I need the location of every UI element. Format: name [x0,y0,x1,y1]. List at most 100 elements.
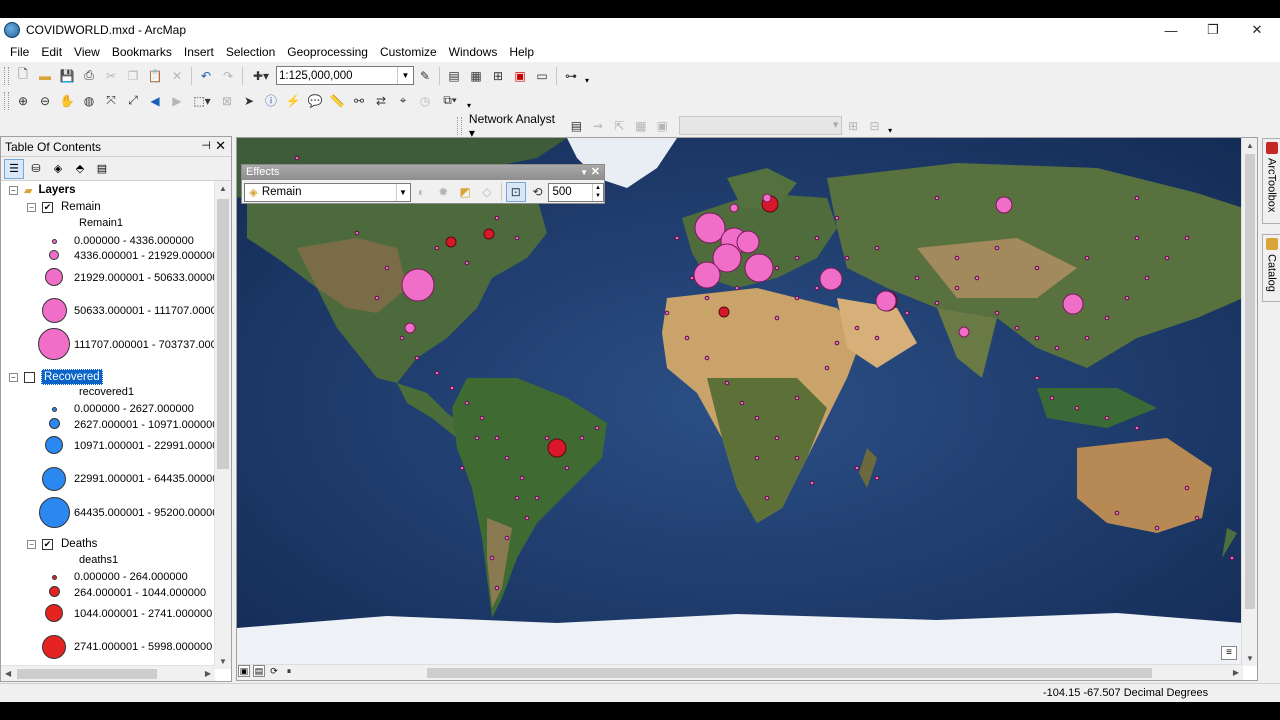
remain-point[interactable] [1229,555,1235,561]
remain-point[interactable] [995,196,1013,214]
legend-symbol[interactable] [37,327,71,361]
remain-point[interactable] [1164,255,1170,261]
menu-insert[interactable]: Insert [178,42,220,62]
remain-point[interactable] [664,310,670,316]
death-point[interactable] [547,438,567,458]
remain-point[interactable] [494,215,500,221]
remain-point[interactable] [794,295,800,301]
toolbar-overflow-icon[interactable]: ▾ [885,117,895,135]
remain-point[interactable] [1049,395,1055,401]
remain-point[interactable] [494,585,500,591]
effects-title-bar[interactable]: Effects ▼ ✕ [242,165,604,180]
remain-point[interactable] [689,275,695,281]
menu-edit[interactable]: Edit [35,42,68,62]
scroll-up-icon[interactable]: ▲ [1246,141,1254,150]
toolbar-overflow-icon[interactable]: ▾ [464,92,474,110]
remain-point[interactable] [736,230,760,254]
forward-extent-icon[interactable]: ▶ [167,91,187,111]
menu-help[interactable]: Help [503,42,540,62]
remain-point[interactable] [809,480,815,486]
menu-view[interactable]: View [68,42,106,62]
remain-point[interactable] [994,310,1000,316]
catalog-dock-tab[interactable]: Catalog [1262,234,1280,302]
remain-point[interactable] [479,415,485,421]
model-builder-icon[interactable]: ⊶ [561,66,581,86]
remain-point[interactable] [434,370,440,376]
layer-row-deaths[interactable]: − ✔ Deaths [27,537,99,551]
layer-name[interactable]: Recovered [41,369,103,385]
pin-icon[interactable]: ⊣ [201,139,211,152]
remain-point[interactable] [874,335,880,341]
paste-icon[interactable]: 📋 [145,66,165,86]
measure-icon[interactable]: 📏 [327,91,347,111]
remain-point[interactable] [594,425,600,431]
legend-symbol[interactable] [39,403,69,415]
select-features-icon[interactable]: ⬚▾ [189,91,215,111]
network-analyst-menu[interactable]: Network Analyst ▾ [465,112,566,140]
remain-point[interactable] [724,380,730,386]
remain-point[interactable] [1154,525,1160,531]
maximize-button[interactable]: ❐ [1192,18,1234,42]
world-map[interactable] [237,138,1243,666]
remain-point[interactable] [404,322,416,334]
remain-point[interactable] [1184,485,1190,491]
remain-point[interactable] [914,275,920,281]
remain-point[interactable] [1104,415,1110,421]
remain-point[interactable] [399,335,405,341]
toolbar-overflow-icon[interactable]: ▾ [582,67,592,85]
print-icon[interactable]: ⎙ [79,66,99,86]
search-window-icon[interactable]: ⊞ [488,66,508,86]
legend-symbol[interactable] [39,296,69,324]
remain-point[interactable] [1184,235,1190,241]
remain-point[interactable] [1054,345,1060,351]
map-horizontal-scrollbar[interactable]: ◀ ▶ [237,664,1243,680]
remain-point[interactable] [1134,195,1140,201]
remain-point[interactable] [504,535,510,541]
remain-point[interactable] [449,385,455,391]
remain-point[interactable] [401,268,435,302]
remain-point[interactable] [674,235,680,241]
remain-point[interactable] [774,435,780,441]
select-elements-arrow-icon[interactable]: ➤ [239,91,259,111]
menu-customize[interactable]: Customize [374,42,443,62]
remain-point[interactable] [384,265,390,271]
remain-point[interactable] [854,465,860,471]
python-window-icon[interactable]: ▭ [532,66,552,86]
scroll-right-icon[interactable]: ▶ [205,669,211,678]
remain-point[interactable] [954,285,960,291]
layers-root-row[interactable]: − ▰ Layers [9,183,78,197]
remain-point[interactable] [464,260,470,266]
remain-point[interactable] [794,455,800,461]
remain-point[interactable] [1084,255,1090,261]
remain-point[interactable] [774,265,780,271]
legend-symbol[interactable] [37,495,71,529]
legend-symbol[interactable] [39,571,69,583]
scroll-thumb[interactable] [17,669,157,679]
full-extent-globe-icon[interactable]: ◍ [79,91,99,111]
remain-point[interactable] [704,295,710,301]
remain-point[interactable] [994,245,1000,251]
remain-point[interactable] [1034,335,1040,341]
list-by-selection-icon[interactable]: ⬘ [70,159,90,179]
death-point[interactable] [445,236,457,248]
remain-point[interactable] [874,245,880,251]
remain-point[interactable] [1114,510,1120,516]
back-extent-icon[interactable]: ◀ [145,91,165,111]
remain-point[interactable] [1124,295,1130,301]
minimize-button[interactable]: — [1150,18,1192,42]
fixed-zoom-in-icon[interactable]: ⤧ [101,91,121,111]
create-network-location-icon[interactable]: ⇝ [588,116,607,136]
toolbar-grip[interactable] [4,91,9,110]
remain-point[interactable] [729,203,739,213]
undo-icon[interactable]: ↶ [196,66,216,86]
remain-point[interactable] [875,290,897,312]
remain-point[interactable] [954,255,960,261]
remain-point[interactable] [1062,293,1084,315]
add-data-icon[interactable]: ✚▾ [247,66,275,86]
hyperlink-icon[interactable]: ⚡ [283,91,303,111]
clear-selection-icon[interactable]: ⊠ [217,91,237,111]
remain-point[interactable] [704,355,710,361]
flicker-rate-icon[interactable]: ⟲ [528,182,548,202]
menu-windows[interactable]: Windows [443,42,504,62]
remain-point[interactable] [819,267,843,291]
